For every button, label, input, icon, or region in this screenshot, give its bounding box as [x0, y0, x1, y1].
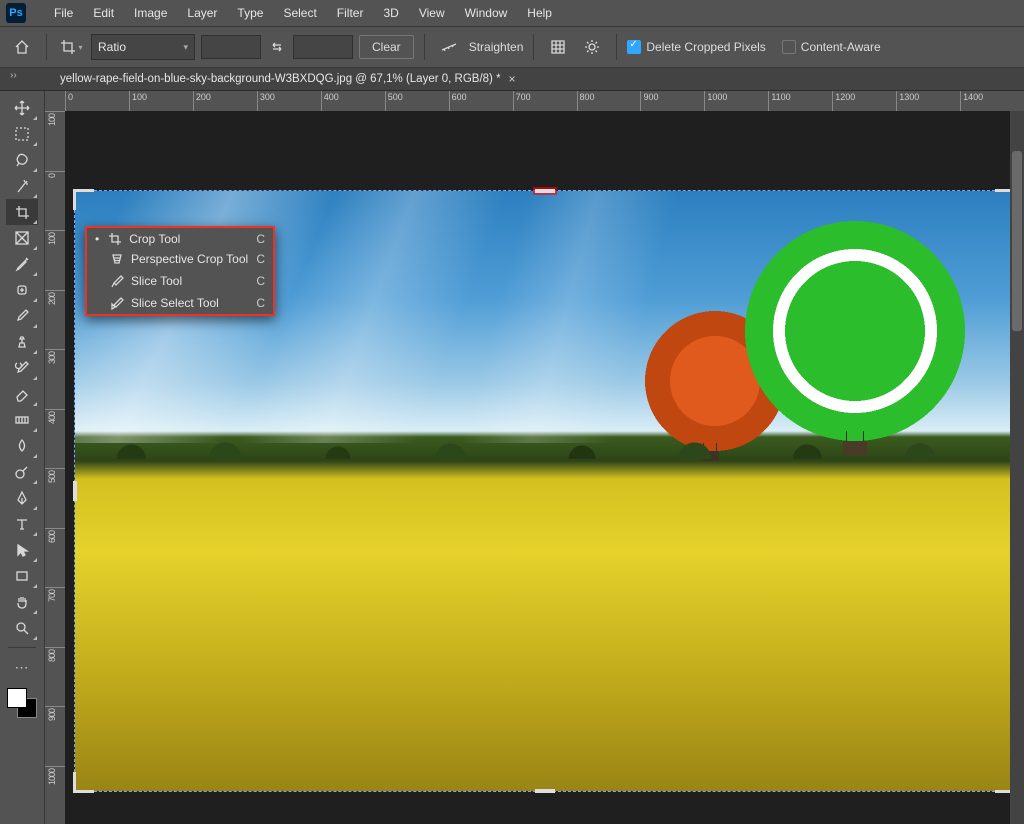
- eraser-tool[interactable]: [6, 381, 38, 407]
- hand-tool[interactable]: [6, 589, 38, 615]
- slice-select-icon: [109, 296, 125, 310]
- healing-brush-tool[interactable]: [6, 277, 38, 303]
- swap-dimensions-button[interactable]: [267, 33, 287, 61]
- divider: [616, 34, 617, 60]
- menu-view[interactable]: View: [409, 0, 455, 26]
- overlay-grid-button[interactable]: [544, 33, 572, 61]
- content-aware-checkbox[interactable]: Content-Aware: [782, 40, 881, 54]
- crop-icon: [107, 232, 123, 246]
- path-selection-tool[interactable]: [6, 537, 38, 563]
- straighten-label: Straighten: [469, 40, 524, 54]
- ruler-origin[interactable]: [45, 91, 66, 112]
- divider: [424, 34, 425, 60]
- scrollbar-thumb[interactable]: [1012, 151, 1022, 331]
- flyout-slice-select-tool[interactable]: Slice Select Tool C: [87, 292, 273, 314]
- crop-tool[interactable]: [6, 199, 38, 225]
- menu-type[interactable]: Type: [227, 0, 273, 26]
- eyedropper-tool[interactable]: [6, 251, 38, 277]
- menu-edit[interactable]: Edit: [83, 0, 124, 26]
- marquee-tool[interactable]: [6, 121, 38, 147]
- history-brush-tool[interactable]: [6, 355, 38, 381]
- flyout-slice-tool[interactable]: Slice Tool C: [87, 270, 273, 292]
- perspective-crop-icon: [109, 252, 125, 266]
- canvas-area: 0 100 200 300 400 500 600 700 800 900 10…: [45, 91, 1024, 824]
- options-bar: ▾ Ratio ▾ Clear Straighten Delete Croppe…: [0, 26, 1024, 68]
- checkbox-checked-icon: [627, 40, 641, 54]
- vertical-ruler[interactable]: 100 0 100 200 300 400 500 600 700 800 90…: [45, 111, 66, 824]
- dodge-tool[interactable]: [6, 459, 38, 485]
- home-button[interactable]: [8, 33, 36, 61]
- collapse-chevron-icon[interactable]: ››: [10, 70, 17, 81]
- crop-handle-bl[interactable]: [73, 772, 94, 793]
- clear-button[interactable]: Clear: [359, 35, 414, 59]
- menu-select[interactable]: Select: [273, 0, 326, 26]
- edit-toolbar-button[interactable]: ⋯: [6, 654, 38, 680]
- menu-window[interactable]: Window: [455, 0, 518, 26]
- close-tab-icon[interactable]: ×: [509, 72, 516, 86]
- crop-handle-bottom[interactable]: [535, 789, 555, 793]
- document-tab[interactable]: yellow-rape-field-on-blue-sky-background…: [50, 68, 526, 90]
- document-tab-strip: yellow-rape-field-on-blue-sky-background…: [0, 68, 1024, 91]
- blur-tool[interactable]: [6, 433, 38, 459]
- menu-bar: Ps File Edit Image Layer Type Select Fil…: [0, 0, 1024, 26]
- crop-handle-tl[interactable]: [73, 189, 94, 210]
- gradient-tool[interactable]: [6, 407, 38, 433]
- document-title: yellow-rape-field-on-blue-sky-background…: [60, 73, 501, 85]
- horizontal-ruler[interactable]: 0 100 200 300 400 500 600 700 800 900 10…: [65, 91, 1024, 112]
- clone-stamp-tool[interactable]: [6, 329, 38, 355]
- menu-layer[interactable]: Layer: [177, 0, 227, 26]
- flyout-crop-tool[interactable]: Crop Tool C: [87, 228, 273, 250]
- delete-cropped-checkbox[interactable]: Delete Cropped Pixels: [627, 40, 765, 54]
- magic-wand-tool[interactable]: [6, 173, 38, 199]
- crop-options-gear-icon[interactable]: [578, 33, 606, 61]
- menu-filter[interactable]: Filter: [327, 0, 374, 26]
- divider: [8, 647, 36, 648]
- crop-tool-icon[interactable]: ▾: [57, 33, 85, 61]
- move-tool[interactable]: [6, 95, 38, 121]
- vertical-scrollbar[interactable]: [1010, 111, 1024, 824]
- flyout-perspective-crop-tool[interactable]: Perspective Crop Tool C: [87, 248, 273, 270]
- crop-handle-left[interactable]: [73, 481, 77, 501]
- frame-tool[interactable]: [6, 225, 38, 251]
- divider: [46, 34, 47, 60]
- lasso-tool[interactable]: [6, 147, 38, 173]
- app-logo: Ps: [6, 3, 26, 23]
- crop-handle-top[interactable]: [535, 189, 555, 193]
- menu-3d[interactable]: 3D: [373, 0, 408, 26]
- menu-image[interactable]: Image: [124, 0, 177, 26]
- menu-file[interactable]: File: [44, 0, 83, 26]
- crop-height-input[interactable]: [293, 35, 353, 59]
- foreground-color[interactable]: [7, 688, 27, 708]
- tools-panel: ⋯: [0, 91, 45, 824]
- brush-tool[interactable]: [6, 303, 38, 329]
- checkbox-icon: [782, 40, 796, 54]
- rectangle-tool[interactable]: [6, 563, 38, 589]
- balloon-basket: [843, 441, 867, 455]
- slice-icon: [109, 274, 125, 288]
- type-tool[interactable]: [6, 511, 38, 537]
- straighten-icon[interactable]: [435, 33, 463, 61]
- color-swatches[interactable]: [7, 688, 37, 718]
- ratio-label: Ratio: [98, 40, 126, 54]
- ratio-preset-dropdown[interactable]: Ratio ▾: [91, 34, 195, 60]
- crop-tool-flyout: Crop Tool C Perspective Crop Tool C Slic…: [85, 226, 275, 316]
- balloon-basket: [701, 451, 719, 461]
- crop-width-input[interactable]: [201, 35, 261, 59]
- menu-help[interactable]: Help: [517, 0, 562, 26]
- zoom-tool[interactable]: [6, 615, 38, 641]
- document-canvas[interactable]: [65, 111, 1024, 824]
- pen-tool[interactable]: [6, 485, 38, 511]
- divider: [533, 34, 534, 60]
